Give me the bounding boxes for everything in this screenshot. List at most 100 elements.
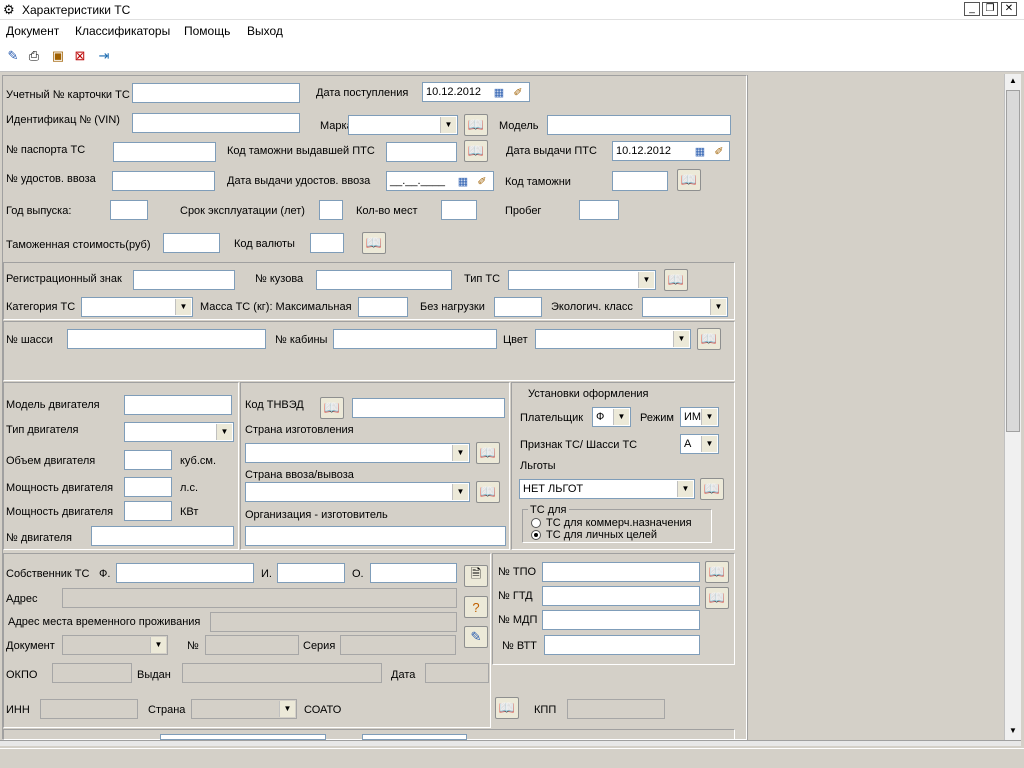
brand-select[interactable]: ▼ (348, 115, 458, 135)
customs-input[interactable] (612, 171, 668, 191)
inn-input[interactable] (40, 699, 138, 719)
vin-input[interactable] (132, 113, 300, 133)
customs-cost-input[interactable] (163, 233, 220, 253)
color-select[interactable]: ▼ (535, 329, 691, 349)
engine-volume-input[interactable] (124, 450, 172, 470)
country-select[interactable]: ▼ (191, 699, 297, 719)
menu-help[interactable]: Помощь (184, 24, 230, 38)
owner-lastname-input[interactable] (116, 563, 254, 583)
currency-lookup-button[interactable]: 📖 (362, 232, 386, 254)
tnved-input[interactable] (352, 398, 505, 418)
currency-input[interactable] (310, 233, 344, 253)
edit-button[interactable]: ✎ (464, 626, 488, 648)
customs-lookup-button[interactable]: 📖 (677, 169, 701, 191)
horizontal-scrollbar[interactable] (0, 740, 1021, 746)
vertical-scrollbar[interactable]: ▲ ▼ (1004, 74, 1021, 740)
menu-classifiers[interactable]: Классификаторы (75, 24, 170, 38)
gtd-lookup-button[interactable]: 📖 (705, 587, 729, 609)
clear-date-icon[interactable]: ✐ (509, 83, 527, 101)
mileage-input[interactable] (579, 200, 619, 220)
vtt-input[interactable] (544, 635, 700, 655)
benefits-select[interactable]: НЕТ ЛЬГОТ ▼ (519, 479, 695, 499)
print-icon[interactable]: ⎙ (24, 46, 44, 66)
gtd-input[interactable] (542, 586, 700, 606)
manufacture-country-lookup-button[interactable]: 📖 (476, 442, 500, 464)
body-number-input[interactable] (316, 270, 452, 290)
engine-number-input[interactable] (91, 526, 234, 546)
reg-sign-input[interactable] (133, 270, 235, 290)
pts-customs-label: Код таможни выдавшей ПТС (227, 145, 375, 157)
chassis-input[interactable] (67, 329, 266, 349)
minimize-button[interactable]: _ (964, 2, 980, 16)
pts-customs-lookup-button[interactable]: 📖 (464, 140, 488, 162)
temp-address-input[interactable] (210, 612, 457, 632)
export-icon[interactable]: ⇥ (94, 46, 114, 66)
edit-icon[interactable]: ✎ (3, 46, 23, 66)
color-lookup-button[interactable]: 📖 (697, 328, 721, 350)
mdp-input[interactable] (542, 610, 700, 630)
calendar-icon[interactable]: ▦ (691, 142, 709, 160)
tpo-input[interactable] (542, 562, 700, 582)
address-input[interactable] (62, 588, 457, 608)
engine-power-kw-input[interactable] (124, 501, 172, 521)
benefits-lookup-button[interactable]: 📖 (700, 478, 724, 500)
clear-date-icon[interactable]: ✐ (710, 142, 728, 160)
pts-customs-input[interactable] (386, 142, 457, 162)
document-select[interactable]: ▼ (62, 635, 168, 655)
eco-class-select[interactable]: ▼ (642, 297, 728, 317)
commercial-radio[interactable] (531, 518, 541, 528)
scroll-up-icon[interactable]: ▲ (1009, 76, 1017, 85)
scroll-down-icon[interactable]: ▼ (1009, 726, 1017, 735)
vehicle-type-lookup-button[interactable]: 📖 (664, 269, 688, 291)
owner-firstname-input[interactable] (277, 563, 345, 583)
mode-select[interactable]: ИМ ▼ (680, 407, 719, 427)
calendar-icon[interactable]: ▦ (454, 172, 472, 190)
brand-lookup-button[interactable]: 📖 (464, 114, 488, 136)
card-number-input[interactable] (132, 83, 300, 103)
year-input[interactable] (110, 200, 148, 220)
soato-lookup-button[interactable]: 📖 (495, 697, 519, 719)
clear-date-icon[interactable]: ✐ (473, 172, 491, 190)
vehicle-sign-select[interactable]: А ▼ (680, 434, 719, 454)
manufacture-country-select[interactable]: ▼ (245, 443, 470, 463)
vehicle-type-select[interactable]: ▼ (508, 270, 656, 290)
manufacturer-input[interactable] (245, 526, 506, 546)
tnved-lookup-button[interactable]: 📖 (320, 397, 344, 419)
owner-lookup-button[interactable]: 🗎 (464, 565, 488, 587)
passport-input[interactable] (113, 142, 216, 162)
engine-power-hp-input[interactable] (124, 477, 172, 497)
mass-max-input[interactable] (358, 297, 408, 317)
okpo-input[interactable] (52, 663, 132, 683)
personal-radio[interactable] (531, 530, 541, 540)
import-country-lookup-button[interactable]: 📖 (476, 481, 500, 503)
restore-button[interactable]: ❐ (982, 2, 998, 16)
import-cert-label: № удостов. ввоза (6, 173, 96, 185)
import-cert-input[interactable] (112, 171, 215, 191)
seats-input[interactable] (441, 200, 477, 220)
owner-middlename-input[interactable] (370, 563, 457, 583)
import-country-select[interactable]: ▼ (245, 482, 470, 502)
engine-power-hp-unit: л.с. (180, 482, 199, 494)
menu-exit[interactable]: Выход (247, 24, 283, 38)
service-life-input[interactable] (319, 200, 343, 220)
menu-document[interactable]: Документ (6, 24, 59, 38)
payer-select[interactable]: Ф ▼ (592, 407, 631, 427)
engine-model-input[interactable] (124, 395, 232, 415)
close-button[interactable]: ✕ (1001, 2, 1017, 16)
help-button[interactable]: ? (464, 596, 488, 618)
date-input[interactable] (425, 663, 489, 683)
calendar-icon[interactable]: ▦ (490, 83, 508, 101)
kpp-input[interactable] (567, 699, 665, 719)
category-select[interactable]: ▼ (81, 297, 193, 317)
series-input[interactable] (340, 635, 456, 655)
scroll-thumb[interactable] (1006, 90, 1020, 432)
mass-unloaded-input[interactable] (494, 297, 542, 317)
cabin-input[interactable] (333, 329, 497, 349)
issued-input[interactable] (182, 663, 382, 683)
tpo-lookup-button[interactable]: 📖 (705, 561, 729, 583)
model-input[interactable] (547, 115, 731, 135)
engine-type-select[interactable]: ▼ (124, 422, 234, 442)
doc-number-input[interactable] (205, 635, 299, 655)
close-doc-icon[interactable]: ⊠ (70, 46, 90, 66)
save-icon[interactable]: ▣ (48, 46, 68, 66)
